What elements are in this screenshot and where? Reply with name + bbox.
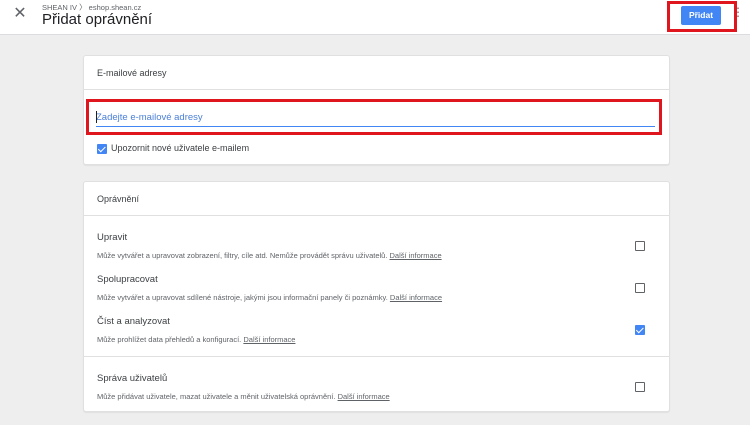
permission-collaborate-description: Může vytvářet a upravovat sdílené nástro… — [97, 293, 443, 302]
permission-edit-checkbox[interactable] — [635, 241, 645, 251]
permission-edit-title: Upravit — [97, 232, 128, 243]
permission-read-analyze-title: Číst a analyzovat — [97, 316, 170, 327]
top-bar: ✕ SHEAN IV 〉 eshop.shean.cz Přidat opráv… — [0, 0, 750, 35]
permission-manage-users-description: Může přidávat uživatele, mazat uživatele… — [97, 392, 390, 401]
page-title: Přidat oprávnění — [42, 11, 153, 28]
permissions-divider — [84, 356, 669, 357]
more-vert-icon[interactable]: ⋮ — [732, 6, 744, 23]
notify-users-checkbox[interactable] — [97, 144, 107, 154]
learn-more-link[interactable]: Další informace — [390, 251, 442, 260]
permission-manage-users-checkbox[interactable] — [635, 382, 645, 392]
learn-more-link[interactable]: Další informace — [338, 392, 390, 401]
add-button[interactable]: Přidat — [681, 6, 721, 25]
permission-read-analyze-checkbox[interactable] — [635, 325, 645, 335]
email-input[interactable] — [96, 109, 655, 127]
permission-read-analyze-description: Může prohlížet data přehledů a konfigura… — [97, 335, 296, 344]
permission-edit-description: Může vytvářet a upravovat zobrazení, fil… — [97, 251, 442, 260]
learn-more-link[interactable]: Další informace — [390, 293, 442, 302]
email-card-title: E-mailové adresy — [97, 68, 167, 78]
permissions-card-title: Oprávnění — [97, 194, 140, 204]
notify-users-label: Upozornit nové uživatele e-mailem — [111, 143, 250, 153]
email-card-header: E-mailové adresy — [84, 56, 669, 90]
text-caret — [96, 111, 97, 123]
permission-collaborate-checkbox[interactable] — [635, 283, 645, 293]
close-icon[interactable]: ✕ — [12, 6, 28, 22]
permissions-card-header: Oprávnění — [84, 182, 669, 216]
permission-collaborate-title: Spolupracovat — [97, 274, 158, 285]
learn-more-link[interactable]: Další informace — [243, 335, 295, 344]
permission-manage-users-title: Správa uživatelů — [97, 373, 168, 384]
